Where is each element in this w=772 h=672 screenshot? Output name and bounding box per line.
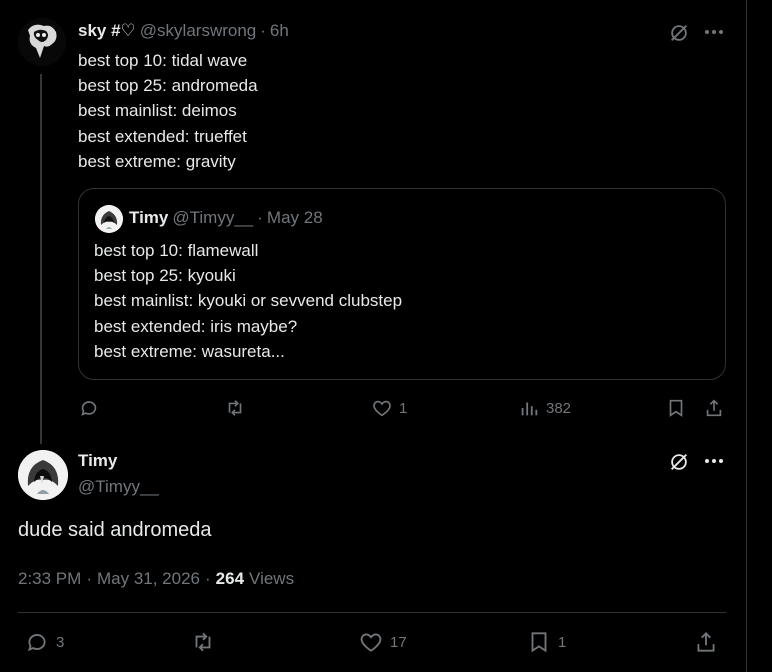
reply-meta-sep2: · [205,569,211,588]
more-icon[interactable] [704,453,724,474]
main-tweet-text: best top 10: tidal wave best top 25: and… [78,48,258,174]
more-icon[interactable] [704,24,724,45]
main-tweet-handle[interactable]: @skylarswrong [140,21,256,41]
quote-header: Timy @Timyy__ · May 28 [129,208,323,228]
reply-icon [27,634,46,652]
quote-line: best top 10: flamewall [94,241,259,260]
quote-line: best extended: iris maybe? [94,316,298,336]
quote-name: Timy [129,208,169,227]
column-border [746,0,747,672]
main-tweet-time[interactable]: 6h [270,21,289,41]
retweet-button[interactable] [190,629,222,655]
avatar-timy-small [95,205,123,233]
heart-icon [360,633,382,652]
main-tweet-name[interactable]: sky #♡ [78,21,136,41]
retweet-button[interactable] [224,397,252,419]
like-count: 1 [399,399,408,417]
main-tweet-header: sky #♡ @skylarswrong · 6h [78,21,289,41]
reply-views-count: 264 [215,569,245,588]
retweet-icon [195,632,211,652]
heart-icon [373,400,391,417]
reply-icon [81,401,97,416]
quote-line: best extreme: wasureta... [94,341,285,361]
bookmark-count: 1 [558,633,567,651]
quote-time: May 28 [266,208,323,227]
quoted-tweet[interactable]: Timy @Timyy__ · May 28 best top 10: flam… [78,188,726,380]
reply-name[interactable]: Timy [78,451,159,471]
reply-meta: 2:33 PM · May 31, 2026 · 264 Views [18,569,294,589]
main-tweet-line: best top 25: andromeda [78,76,258,96]
main-tweet-line: best top 10: tidal wave [78,51,248,70]
share-icon [697,632,715,652]
reply-count: 3 [56,633,65,651]
reply-time[interactable]: 2:33 PM [18,569,81,589]
bookmark-icon [531,632,547,653]
grok-icon[interactable] [668,451,690,478]
main-tweet-sep: · [260,21,266,40]
reply-text: dude said andromeda [18,519,212,541]
like-button[interactable]: 17 [358,629,407,655]
share-button[interactable] [693,629,719,655]
reply-button[interactable] [78,397,106,419]
like-button[interactable]: 1 [371,397,407,419]
bookmark-button[interactable] [665,397,687,419]
reply-header: Timy @Timyy__ [78,451,159,497]
views-count: 382 [546,399,572,417]
reply-date[interactable]: May 31, 2026 [97,569,200,589]
avatar-timy[interactable] [18,450,68,500]
quote-handle: @Timyy__ [172,208,254,227]
main-tweet-line: best extreme: gravity [78,151,236,171]
share-button[interactable] [703,397,725,419]
reply-handle[interactable]: @Timyy__ [78,477,159,497]
thread-line [40,74,42,444]
reply-meta-sep: · [86,569,92,588]
divider [18,612,726,613]
avatar-sky[interactable] [18,18,66,66]
grok-icon[interactable] [668,22,690,49]
quote-line: best mainlist: kyouki or sevvend clubste… [94,291,403,311]
retweet-icon [228,400,242,416]
share-icon [706,399,722,417]
bookmark-button[interactable]: 1 [526,629,566,655]
views-button[interactable]: 382 [518,397,571,419]
quote-sep: · [257,208,263,227]
reply-views-label: Views [249,569,295,588]
bookmark-icon [669,399,683,417]
like-count: 17 [390,633,407,651]
main-tweet-line: best extended: trueffet [78,126,247,146]
quote-text: best top 10: flamewall best top 25: kyou… [94,238,402,364]
quote-line: best top 25: kyouki [94,266,236,286]
main-tweet-line: best mainlist: deimos [78,101,237,121]
views-icon [521,402,538,416]
reply-button[interactable]: 3 [24,629,64,655]
